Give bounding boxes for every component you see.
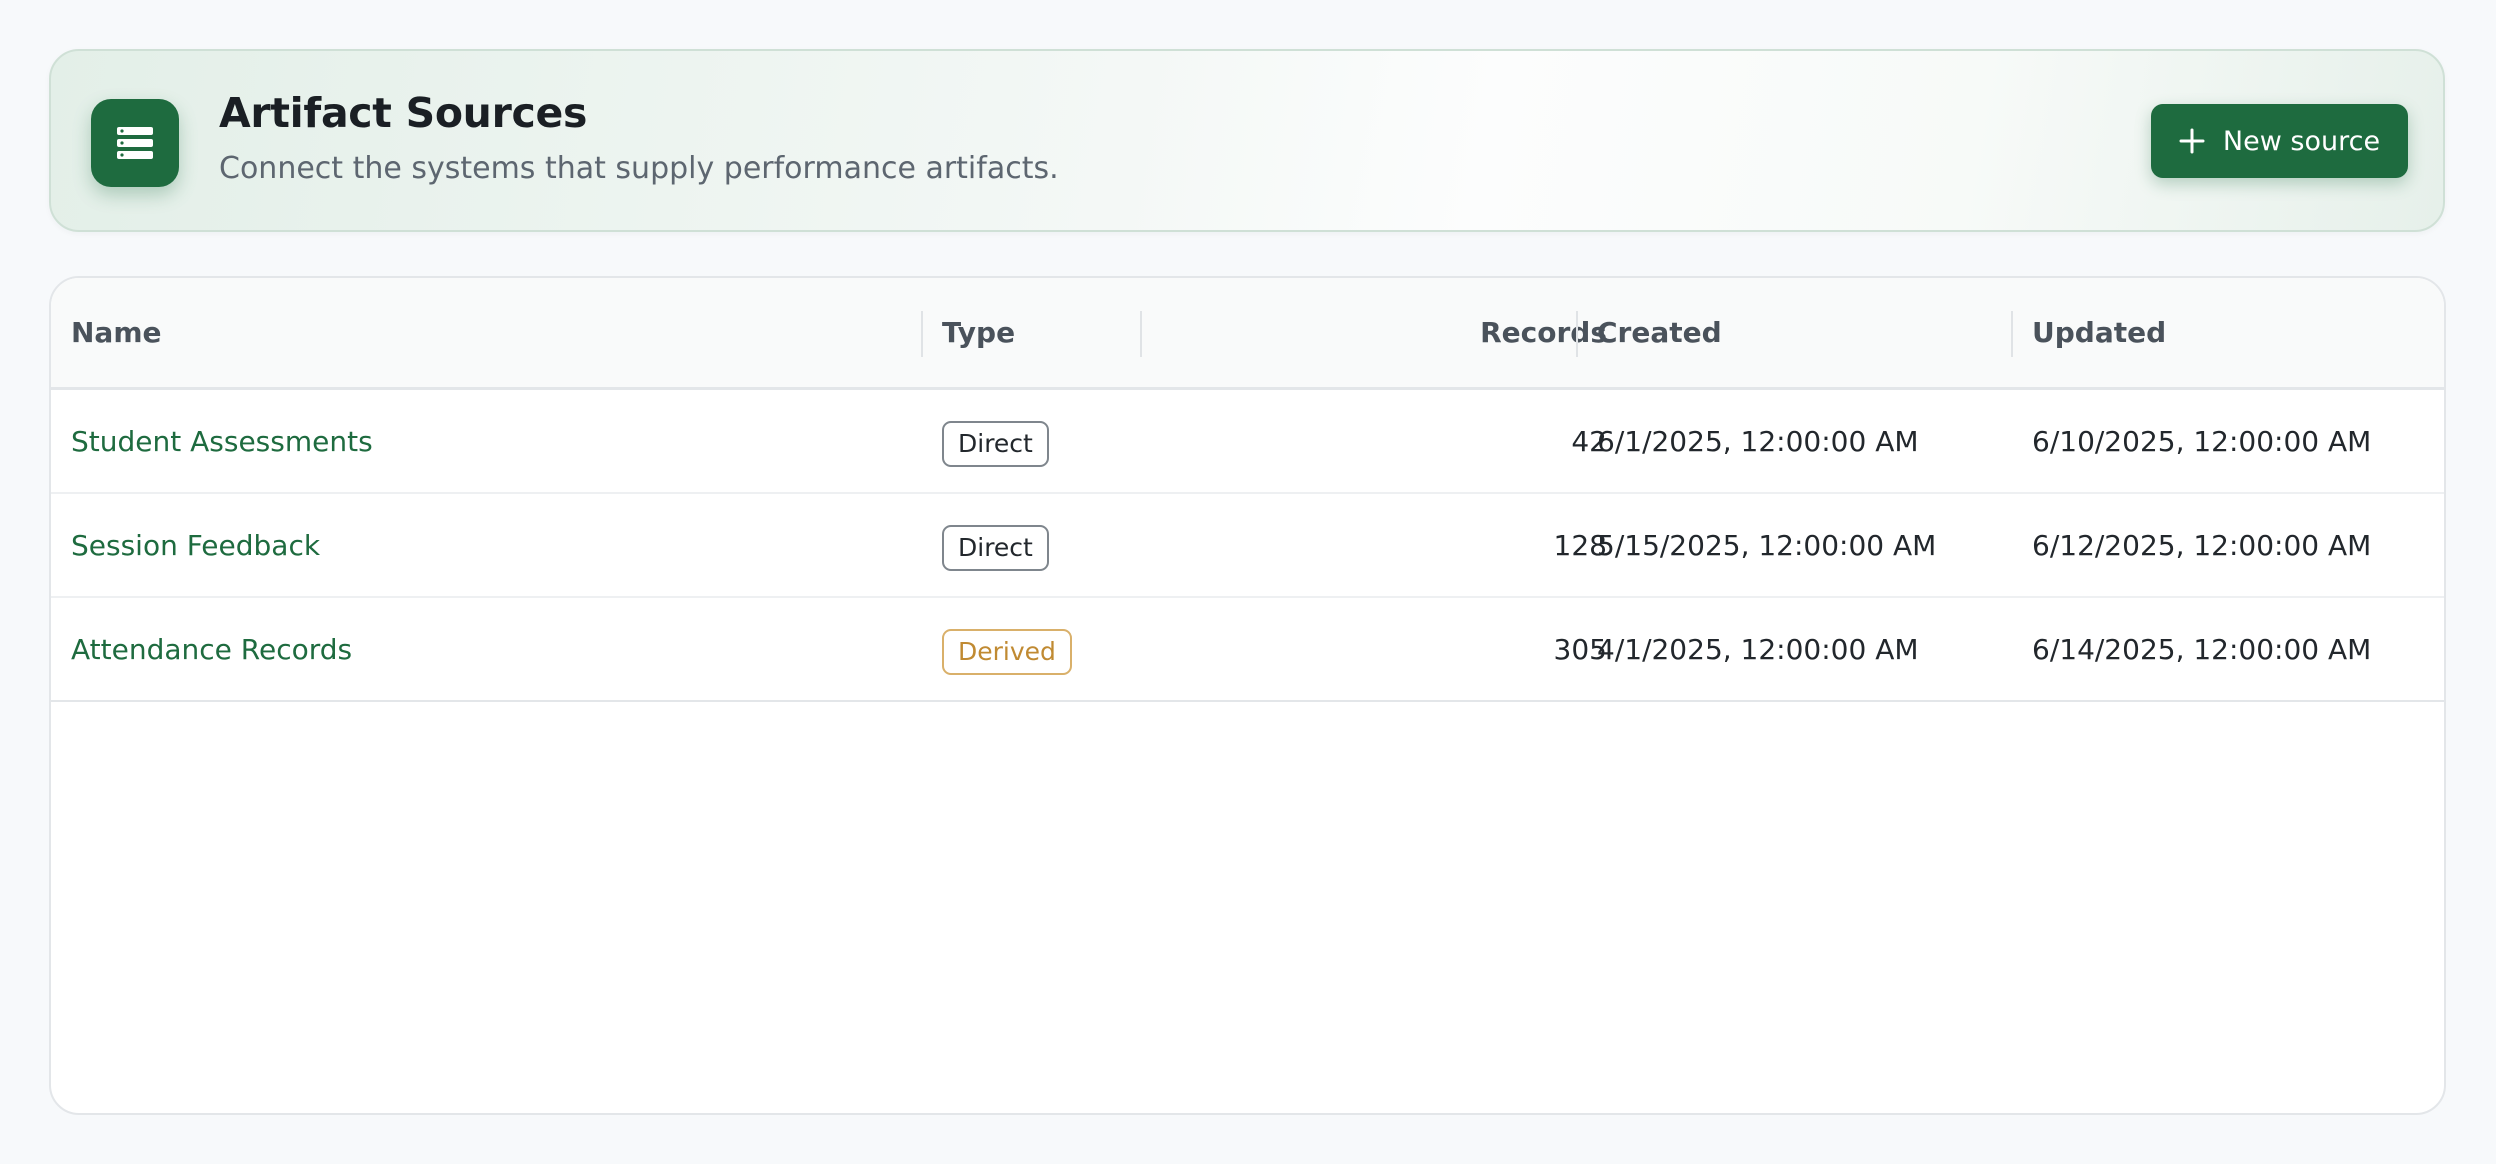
column-header-updated[interactable]: Updated: [2032, 278, 2166, 387]
records-count: 305: [1553, 633, 1607, 666]
column-header-records[interactable]: Records: [1161, 278, 1607, 387]
plus-icon: [2179, 128, 2205, 154]
table-row[interactable]: Attendance Records Derived 305 4/1/2025,…: [51, 598, 2444, 702]
column-header-created[interactable]: Created: [1597, 278, 1722, 387]
column-resize-handle[interactable]: [921, 311, 923, 357]
column-header-name[interactable]: Name: [71, 278, 162, 387]
type-badge: Direct: [942, 421, 1049, 467]
column-header-type[interactable]: Type: [942, 278, 1015, 387]
updated-date: 6/12/2025, 12:00:00 AM: [2032, 529, 2372, 562]
source-name-link[interactable]: Student Assessments: [71, 390, 373, 494]
page-title: Artifact Sources: [219, 89, 588, 137]
column-resize-handle[interactable]: [1140, 311, 1142, 357]
created-date: 5/15/2025, 12:00:00 AM: [1597, 529, 1937, 562]
created-date: 6/1/2025, 12:00:00 AM: [1597, 425, 1919, 458]
column-resize-handle[interactable]: [1576, 311, 1578, 357]
source-name-link[interactable]: Attendance Records: [71, 598, 352, 702]
sources-table: Name Type Records Created Updated Studen…: [49, 276, 2446, 1115]
database-list-icon: [91, 99, 179, 187]
source-name-link[interactable]: Session Feedback: [71, 494, 320, 598]
page-header-card: Artifact Sources Connect the systems tha…: [49, 49, 2445, 232]
type-badge: Derived: [942, 629, 1072, 675]
table-header: Name Type Records Created Updated: [51, 278, 2444, 390]
table-row[interactable]: Student Assessments Direct 42 6/1/2025, …: [51, 390, 2444, 494]
new-source-button[interactable]: New source: [2151, 104, 2408, 178]
column-resize-handle[interactable]: [2011, 311, 2013, 357]
updated-date: 6/10/2025, 12:00:00 AM: [2032, 425, 2372, 458]
table-row[interactable]: Session Feedback Direct 128 5/15/2025, 1…: [51, 494, 2444, 598]
type-badge: Direct: [942, 525, 1049, 571]
new-source-label: New source: [2222, 125, 2381, 157]
created-date: 4/1/2025, 12:00:00 AM: [1597, 633, 1919, 666]
updated-date: 6/14/2025, 12:00:00 AM: [2032, 633, 2372, 666]
page-subtitle: Connect the systems that supply performa…: [219, 151, 1059, 186]
records-count: 42: [1571, 425, 1607, 458]
records-count: 128: [1553, 529, 1607, 562]
